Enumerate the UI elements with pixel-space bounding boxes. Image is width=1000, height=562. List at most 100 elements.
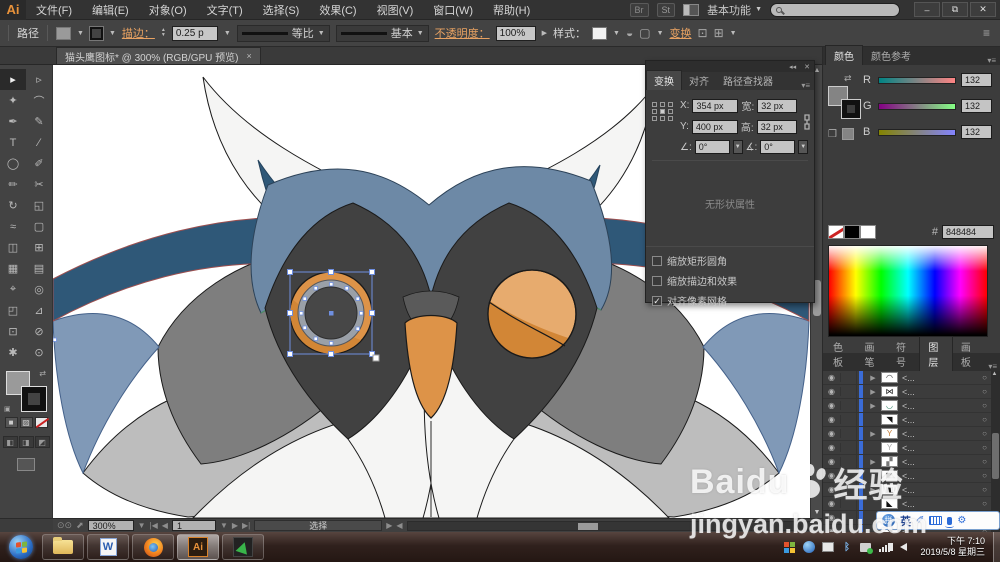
panel-menu-icon[interactable]: ▾≡ — [983, 56, 1000, 65]
white-swatch[interactable] — [860, 225, 876, 239]
tool-button[interactable]: ⊘ — [26, 321, 52, 342]
workspace-switcher[interactable]: 基本功能 ▼ — [707, 2, 762, 18]
layer-name[interactable]: <... — [902, 499, 915, 509]
tool-button[interactable]: ⊙ — [26, 342, 52, 363]
tray-power-icon[interactable] — [859, 541, 874, 554]
panel-tab[interactable]: 对齐 — [682, 71, 716, 90]
stroke-swatch[interactable] — [841, 99, 861, 119]
scroll-thumb[interactable] — [992, 433, 999, 479]
fill-stroke-control[interactable] — [828, 86, 861, 119]
show-desktop-button[interactable] — [993, 532, 1000, 562]
width-profile-dropdown[interactable]: 等比 ▼ — [236, 24, 330, 42]
lock-cell[interactable] — [841, 468, 857, 483]
stock-button[interactable]: St — [656, 2, 676, 17]
layer-thumbnail[interactable]: ◠ — [881, 372, 898, 383]
menu-item[interactable]: 窗口(W) — [423, 0, 483, 19]
transform-option-row[interactable]: 缩放描边和效果 — [652, 273, 808, 288]
chevron-down-icon[interactable]: ▼ — [730, 30, 737, 37]
target-circle-icon[interactable]: ○ — [982, 387, 987, 396]
tool-button[interactable]: ∕ — [26, 132, 52, 153]
layer-name[interactable]: <... — [902, 401, 915, 411]
height-field[interactable]: 32 px — [756, 119, 797, 134]
layer-name[interactable]: <... — [902, 443, 915, 453]
layer-row[interactable]: ◉ ◣ <... ○ — [823, 496, 1000, 511]
tool-button[interactable]: ▹ — [26, 69, 52, 90]
tool-button[interactable]: ◱ — [26, 195, 52, 216]
stroke-swatch[interactable] — [21, 386, 47, 412]
layer-thumbnail[interactable]: ◤ — [881, 470, 898, 481]
tray-volume-icon[interactable] — [890, 541, 910, 554]
menu-item[interactable]: 对象(O) — [139, 0, 197, 19]
target-circle-icon[interactable]: ○ — [982, 499, 987, 508]
layer-name[interactable]: <... — [902, 387, 915, 397]
shear-field[interactable]: 0° — [760, 140, 796, 154]
tool-button[interactable]: ⌒ — [26, 90, 52, 111]
target-circle-icon[interactable]: ○ — [982, 415, 987, 424]
reference-point-selector[interactable] — [652, 102, 674, 121]
expand-triangle-icon[interactable]: ▶ — [865, 458, 881, 466]
scroll-left-icon[interactable]: ◀ — [396, 521, 402, 530]
draw-normal-button[interactable]: ◧ — [2, 436, 18, 448]
menu-item[interactable]: 编辑(E) — [82, 0, 139, 19]
layer-row[interactable]: ◉ ▶ ◠ <... ○ — [823, 371, 1000, 385]
document-setup-icon[interactable]: ◒ — [626, 26, 633, 40]
visibility-eye-icon[interactable]: ◉ — [823, 387, 841, 396]
target-circle-icon[interactable]: ○ — [982, 373, 987, 382]
checkbox[interactable]: ✓ — [652, 295, 662, 306]
ime-mic-icon[interactable] — [945, 516, 955, 528]
layer-thumbnail[interactable]: Y — [881, 428, 898, 439]
visibility-eye-icon[interactable]: ◉ — [823, 471, 841, 480]
search-input[interactable] — [770, 2, 900, 17]
visibility-eye-icon[interactable]: ◉ — [823, 429, 841, 438]
tool-button[interactable]: ✱ — [0, 342, 26, 363]
export-icon[interactable]: ⬈ — [76, 520, 84, 531]
swap-fill-stroke-icon[interactable]: ⇄ — [39, 369, 46, 378]
layer-thumbnail[interactable]: ◡ — [881, 400, 898, 411]
gradient-button[interactable]: ▨ — [19, 417, 33, 428]
channel-slider[interactable] — [877, 102, 957, 110]
expand-triangle-icon[interactable]: ▶ — [865, 402, 881, 410]
tool-button[interactable]: ◎ — [26, 279, 52, 300]
first-artboard-icon[interactable]: |◀ — [150, 521, 158, 530]
tool-button[interactable]: ✐ — [26, 153, 52, 174]
layer-thumbnail[interactable]: ▣ — [881, 484, 898, 495]
checkbox[interactable] — [652, 255, 662, 266]
layer-name[interactable]: <... — [902, 415, 915, 425]
draw-inside-button[interactable]: ◩ — [34, 436, 50, 448]
last-artboard-icon[interactable]: ▶| — [242, 521, 250, 530]
tool-button[interactable]: T — [0, 132, 26, 153]
lock-cell[interactable] — [841, 412, 857, 427]
swap-fill-stroke-icon[interactable]: ⇄ — [844, 73, 860, 84]
fill-color-swatch[interactable] — [56, 26, 71, 40]
ime-settings-icon[interactable]: ⚙ — [957, 515, 966, 526]
brush-definition-dropdown[interactable]: 基本 ▼ — [335, 24, 429, 42]
lock-cell[interactable] — [841, 384, 857, 399]
layer-thumbnail[interactable]: ◥ — [881, 414, 898, 425]
menu-item[interactable]: 文字(T) — [197, 0, 253, 19]
menu-item[interactable]: 效果(C) — [309, 0, 366, 19]
transform-link[interactable]: 变换 — [670, 25, 692, 41]
tray-network-globe-icon[interactable] — [802, 541, 815, 554]
lock-cell[interactable] — [841, 496, 857, 511]
y-field[interactable]: 400 px — [691, 119, 738, 134]
taskbar-explorer-button[interactable] — [42, 534, 84, 560]
chevron-down-icon[interactable]: ▼ — [657, 30, 664, 37]
minimize-button[interactable]: – — [914, 2, 940, 17]
status-display[interactable]: 选择 — [254, 520, 383, 531]
lock-cell[interactable] — [841, 454, 857, 469]
panel-tab[interactable]: 路径查找器 — [716, 71, 780, 90]
close-panel-icon[interactable]: ✕ — [804, 63, 810, 71]
lock-cell[interactable] — [841, 482, 857, 497]
panel-options-icon[interactable]: ≡ — [983, 26, 994, 40]
panel-tab[interactable]: 图层 — [919, 336, 953, 371]
expand-triangle-icon[interactable]: ▶ — [865, 388, 881, 396]
ime-pen-icon[interactable]: ✐ — [916, 515, 924, 526]
menu-item[interactable]: 文件(F) — [26, 0, 82, 19]
target-circle-icon[interactable]: ○ — [982, 471, 987, 480]
scroll-up-icon[interactable]: ▲ — [990, 371, 999, 377]
layer-row[interactable]: ◉ ◤ <... ○ — [823, 468, 1000, 483]
expand-triangle-icon[interactable]: ▶ — [865, 430, 881, 438]
visibility-eye-icon[interactable]: ◉ — [823, 457, 841, 466]
tool-button[interactable]: ⊿ — [26, 300, 52, 321]
draw-behind-button[interactable]: ◨ — [18, 436, 34, 448]
